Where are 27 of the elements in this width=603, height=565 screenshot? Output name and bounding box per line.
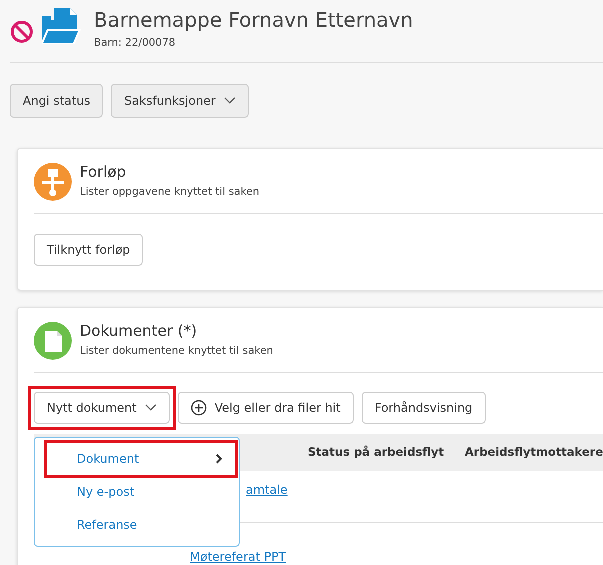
connect-button[interactable]: Tilknytt forløp: [34, 234, 144, 266]
chevron-right-icon: [216, 454, 223, 464]
preview-button[interactable]: Forhåndsvisning: [362, 392, 486, 424]
document-link[interactable]: Møtereferat PPT: [190, 550, 286, 564]
page-title: Barnemappe Fornavn Etternavn: [94, 8, 414, 32]
case-number: Barn: 22/00078: [94, 36, 177, 51]
section-title: Forløp: [80, 162, 128, 181]
caret-icon: [144, 404, 157, 412]
section-description: Lister dokumentene knyttet til saken: [80, 344, 274, 359]
document-link[interactable]: amtale: [246, 482, 288, 497]
status-button[interactable]: Angi status: [10, 84, 104, 118]
blocked-icon: [10, 20, 34, 44]
column-header: Arbeidsflytmottakere: [465, 444, 603, 461]
workflow-icon: [34, 162, 72, 201]
menu-item[interactable]: Referanse: [47, 509, 235, 541]
document-icon: [34, 322, 72, 360]
upload-button[interactable]: Velg eller dra filer hit: [178, 392, 354, 424]
column-header: Status på arbeidsflyt: [308, 444, 444, 461]
folder-icon: [42, 8, 82, 44]
menu-item[interactable]: Dokument: [47, 443, 235, 475]
section-title: Dokumenter (*): [80, 322, 198, 340]
add-icon: [190, 400, 207, 416]
menu-item[interactable]: Ny e-post: [47, 476, 235, 508]
dropdown-button[interactable]: Saksfunksjoner: [111, 84, 249, 118]
section-description: Lister oppgavene knyttet til saken: [80, 184, 260, 200]
caret-icon: [224, 97, 236, 104]
new-document-button[interactable]: Nytt dokument: [34, 392, 170, 424]
